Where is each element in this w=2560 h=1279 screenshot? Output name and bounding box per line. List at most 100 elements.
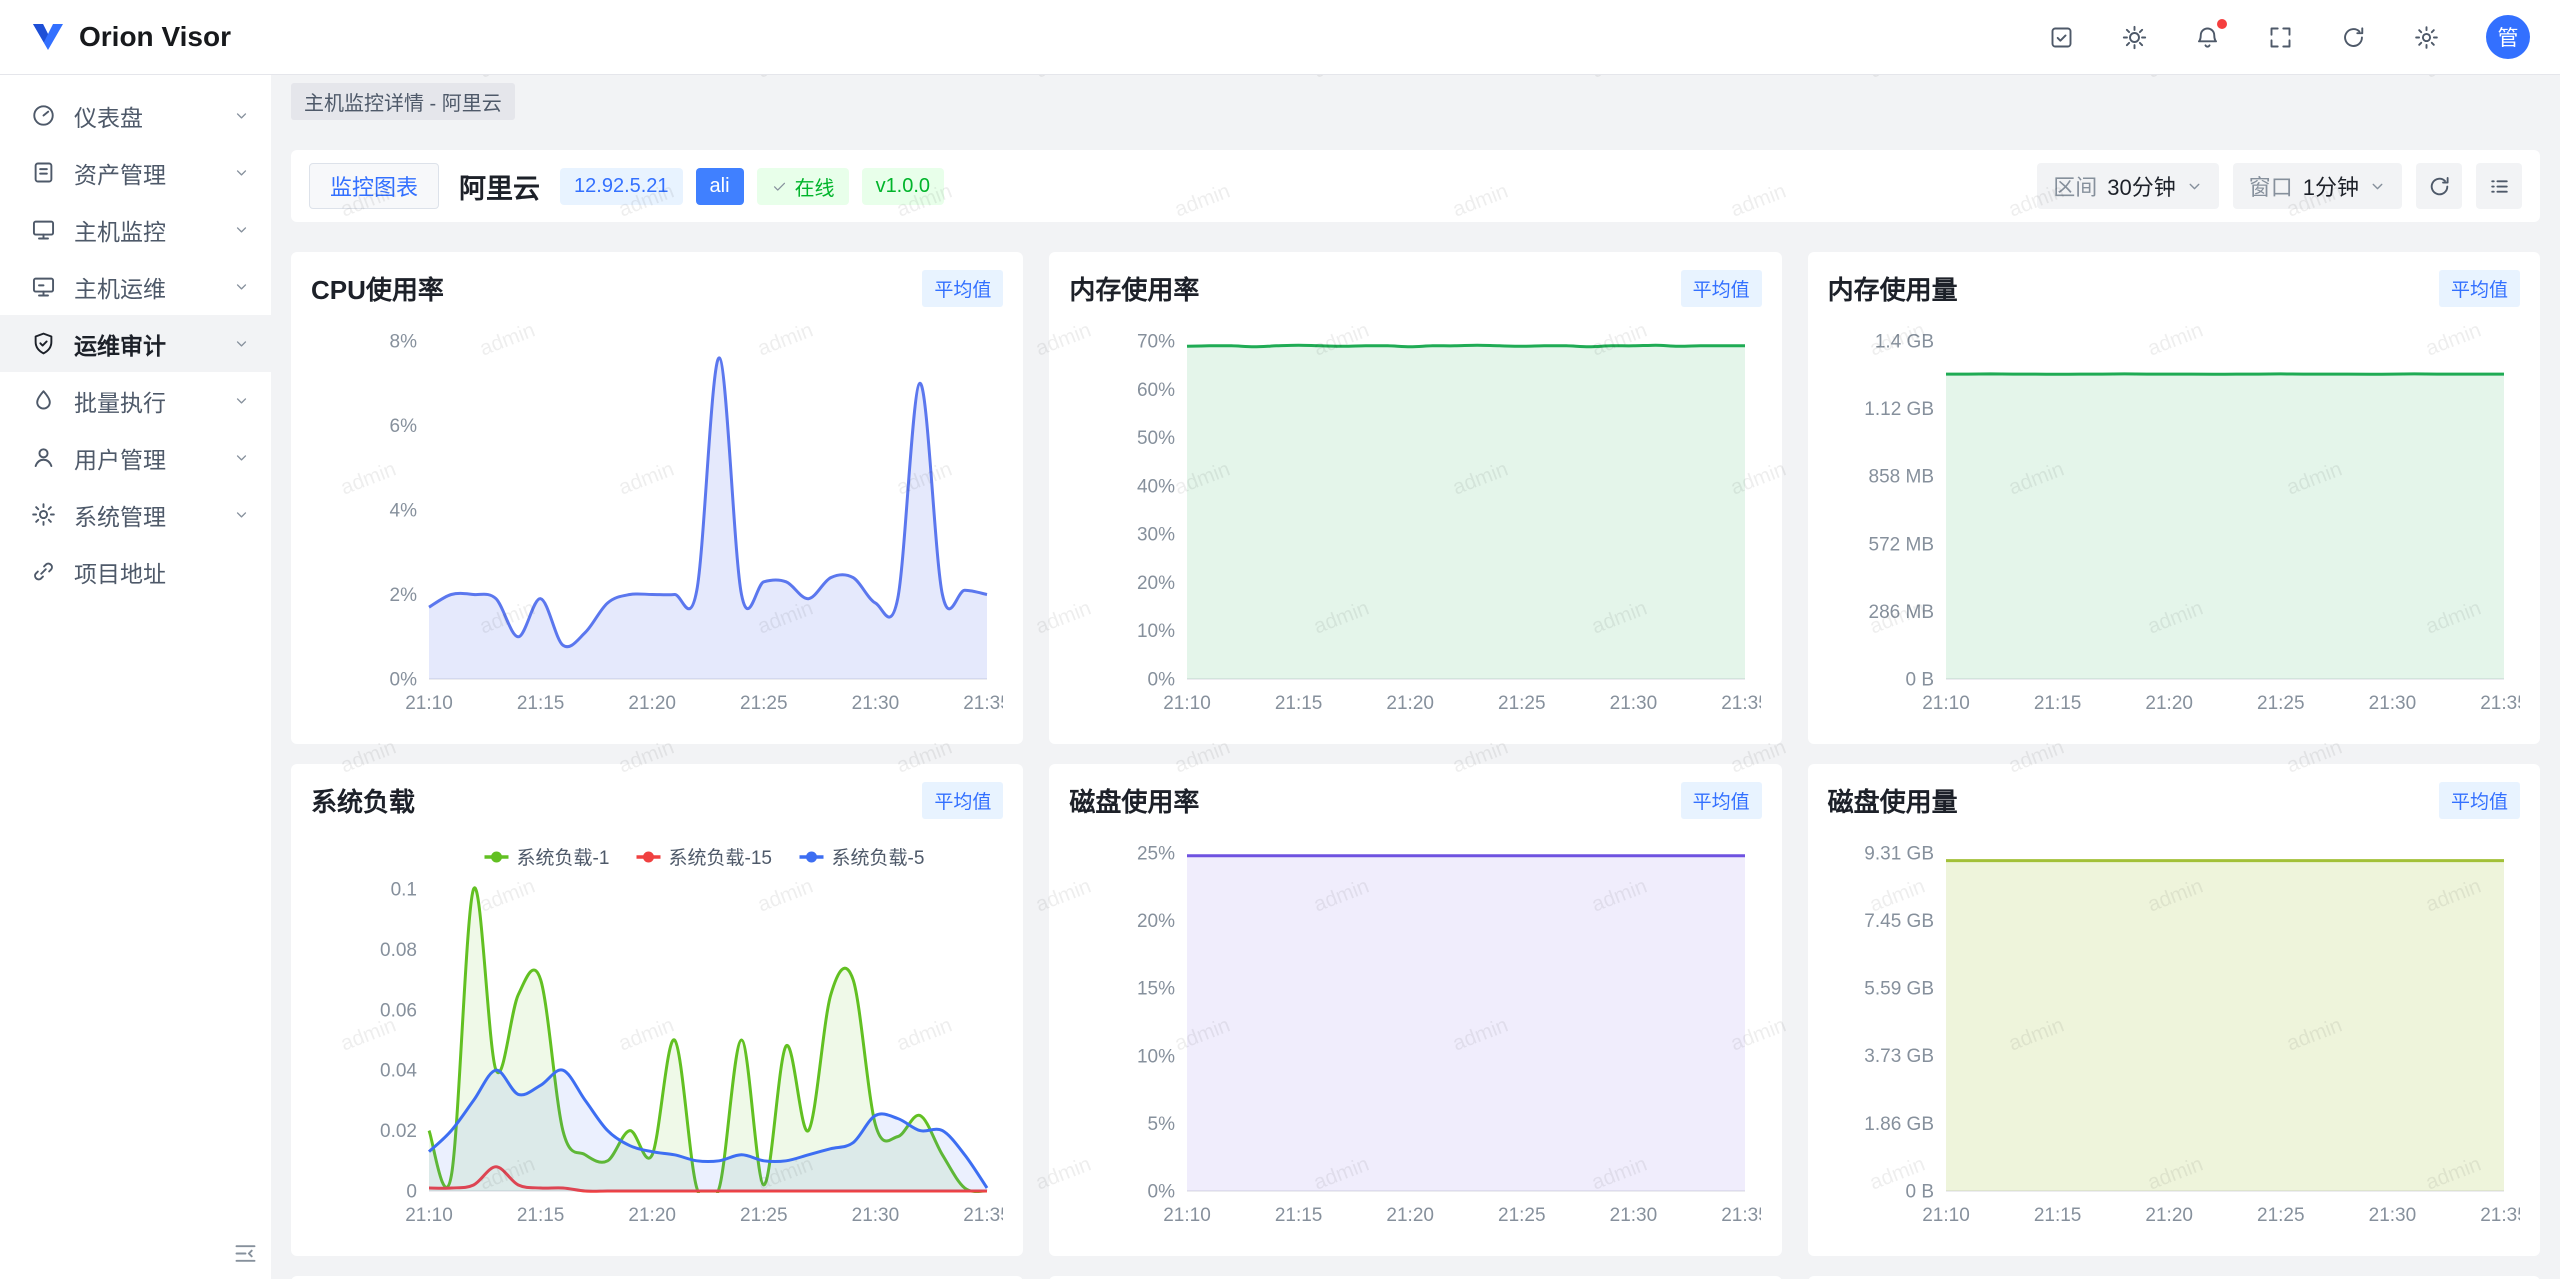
sidebar-item-batch[interactable]: 批量执行 — [0, 372, 271, 429]
window-label: 窗口 — [2249, 170, 2293, 202]
chart-card: 内存使用量 平均值 1.4 GB1.12 GB858 MB572 MB286 MB0… — [1808, 252, 2540, 744]
batch-icon — [30, 387, 57, 414]
svg-text:7.45 GB: 7.45 GB — [1864, 911, 1934, 932]
chevron-down-icon — [232, 106, 251, 125]
sidebar-item-project-link[interactable]: 项目地址 — [0, 543, 271, 600]
svg-text:系统负载-5: 系统负载-5 — [832, 847, 925, 869]
sidebar-item-host-monitor[interactable]: 主机监控 — [0, 201, 271, 258]
sidebar-item-host-ops[interactable]: 主机运维 — [0, 258, 271, 315]
svg-text:21:30: 21:30 — [2368, 693, 2416, 714]
svg-text:70%: 70% — [1137, 332, 1175, 353]
svg-text:20%: 20% — [1137, 573, 1175, 594]
line-chart: 70%60%50%40%30%20%10%0%21:1021:1521:2021… — [1069, 313, 1761, 721]
chart-title: 磁盘使用量 — [1828, 782, 1958, 819]
svg-text:21:10: 21:10 — [1922, 1205, 1970, 1226]
refresh-icon[interactable] — [2340, 24, 2367, 51]
svg-text:21:25: 21:25 — [740, 693, 788, 714]
breadcrumb: 主机监控详情 - 阿里云 — [291, 83, 515, 120]
line-chart: 9.31 GB7.45 GB5.59 GB3.73 GB1.86 GB0 B21… — [1828, 825, 2520, 1233]
svg-text:1.86 GB: 1.86 GB — [1864, 1114, 1934, 1135]
bell-icon[interactable] — [2194, 24, 2221, 51]
chart-title: 系统负载 — [311, 782, 415, 819]
fullscreen-icon[interactable] — [2267, 24, 2294, 51]
svg-text:21:35: 21:35 — [1722, 1205, 1762, 1226]
svg-text:1.12 GB: 1.12 GB — [1864, 399, 1934, 420]
chevron-down-icon — [2369, 178, 2386, 195]
svg-text:21:30: 21:30 — [852, 1205, 900, 1226]
avg-badge: 平均值 — [922, 782, 1003, 819]
orion-visor-logo — [30, 19, 66, 55]
chart-card-header: 磁盘使用率平均值 — [1069, 782, 1761, 819]
chart-card-header: 磁盘使用量 平均值 — [1828, 782, 2520, 819]
collapse-sidebar-icon[interactable] — [232, 1240, 259, 1267]
svg-text:21:20: 21:20 — [1387, 693, 1435, 714]
settings-gear-icon[interactable] — [2413, 24, 2440, 51]
svg-text:0 B: 0 B — [1905, 1182, 1934, 1203]
host-name: 阿里云 — [459, 167, 540, 206]
tasks-icon[interactable] — [2048, 24, 2075, 51]
sidebar-item-label: 批量执行 — [74, 384, 232, 418]
chart-card: CPU使用率平均值8%6%4%2%0%21:1021:1521:2021:252… — [291, 252, 1023, 744]
sidebar-item-dashboard[interactable]: 仪表盘 — [0, 87, 271, 144]
chevron-down-icon — [232, 391, 251, 410]
svg-text:21:20: 21:20 — [2145, 693, 2193, 714]
svg-text:60%: 60% — [1137, 380, 1175, 401]
host-tag-text: 12.92.5.21 — [574, 175, 669, 198]
svg-text:系统负载-15: 系统负载-15 — [669, 847, 772, 869]
svg-text:25%: 25% — [1137, 844, 1175, 865]
avg-badge: 平均值 — [2439, 782, 2520, 819]
sidebar-item-audit[interactable]: 运维审计 — [0, 315, 271, 372]
avg-badge: 平均值 — [2439, 270, 2520, 307]
notifications[interactable] — [2194, 24, 2221, 51]
svg-text:21:10: 21:10 — [1164, 693, 1212, 714]
svg-text:21:10: 21:10 — [1164, 1205, 1212, 1226]
chart-title: 内存使用率 — [1069, 270, 1199, 307]
sidebar-item-assets[interactable]: 资产管理 — [0, 144, 271, 201]
window-select[interactable]: 窗口 1分钟 — [2233, 163, 2402, 209]
svg-text:21:35: 21:35 — [2480, 693, 2520, 714]
svg-text:0: 0 — [406, 1182, 417, 1203]
chart-list-button[interactable] — [2476, 163, 2522, 209]
brand-title: Orion Visor — [79, 21, 231, 53]
window-value: 1分钟 — [2303, 170, 2359, 202]
chart-title: 内存使用量 — [1828, 270, 1958, 307]
list-icon — [2487, 174, 2512, 199]
monitor-chart-tab[interactable]: 监控图表 — [309, 163, 439, 209]
refresh-charts-button[interactable] — [2416, 163, 2462, 209]
sidebar-item-label: 仪表盘 — [74, 99, 232, 133]
chart-card: 系统负载平均值0.10.080.060.040.02021:1021:1521:… — [291, 764, 1023, 1256]
svg-text:20%: 20% — [1137, 911, 1175, 932]
system-icon — [30, 501, 57, 528]
link-icon — [30, 558, 57, 585]
interval-select[interactable]: 区间 30分钟 — [2037, 163, 2219, 209]
svg-text:21:10: 21:10 — [1922, 693, 1970, 714]
user-avatar[interactable]: 管 — [2486, 15, 2530, 59]
svg-text:0.1: 0.1 — [391, 880, 417, 901]
charts-grid: CPU使用率平均值8%6%4%2%0%21:1021:1521:2021:252… — [291, 252, 2540, 1279]
svg-text:21:20: 21:20 — [1387, 1205, 1435, 1226]
chevron-down-icon — [232, 334, 251, 353]
svg-text:0.08: 0.08 — [380, 940, 417, 961]
svg-text:21:30: 21:30 — [1610, 693, 1658, 714]
theme-sun-icon[interactable] — [2121, 24, 2148, 51]
chart-title: CPU使用率 — [311, 270, 444, 307]
line-chart: 1.4 GB1.12 GB858 MB572 MB286 MB0 B21:102… — [1828, 313, 2520, 721]
svg-text:10%: 10% — [1137, 1046, 1175, 1067]
svg-text:0%: 0% — [390, 670, 418, 691]
svg-text:21:15: 21:15 — [2033, 693, 2081, 714]
sidebar-item-system[interactable]: 系统管理 — [0, 486, 271, 543]
audit-icon — [30, 330, 57, 357]
sidebar-item-label: 主机运维 — [74, 270, 232, 304]
svg-text:21:10: 21:10 — [405, 1205, 453, 1226]
svg-text:21:15: 21:15 — [2033, 1205, 2081, 1226]
host-tag: ali — [696, 168, 744, 205]
svg-text:572 MB: 572 MB — [1868, 534, 1933, 555]
chevron-down-icon — [232, 448, 251, 467]
users-icon — [30, 444, 57, 471]
svg-text:0 B: 0 B — [1905, 670, 1934, 691]
svg-text:21:25: 21:25 — [2257, 1205, 2305, 1226]
svg-text:50%: 50% — [1137, 428, 1175, 449]
sidebar-item-users[interactable]: 用户管理 — [0, 429, 271, 486]
chevron-down-icon — [232, 505, 251, 524]
chart-card-header: 系统负载 平均值 — [311, 782, 1003, 819]
